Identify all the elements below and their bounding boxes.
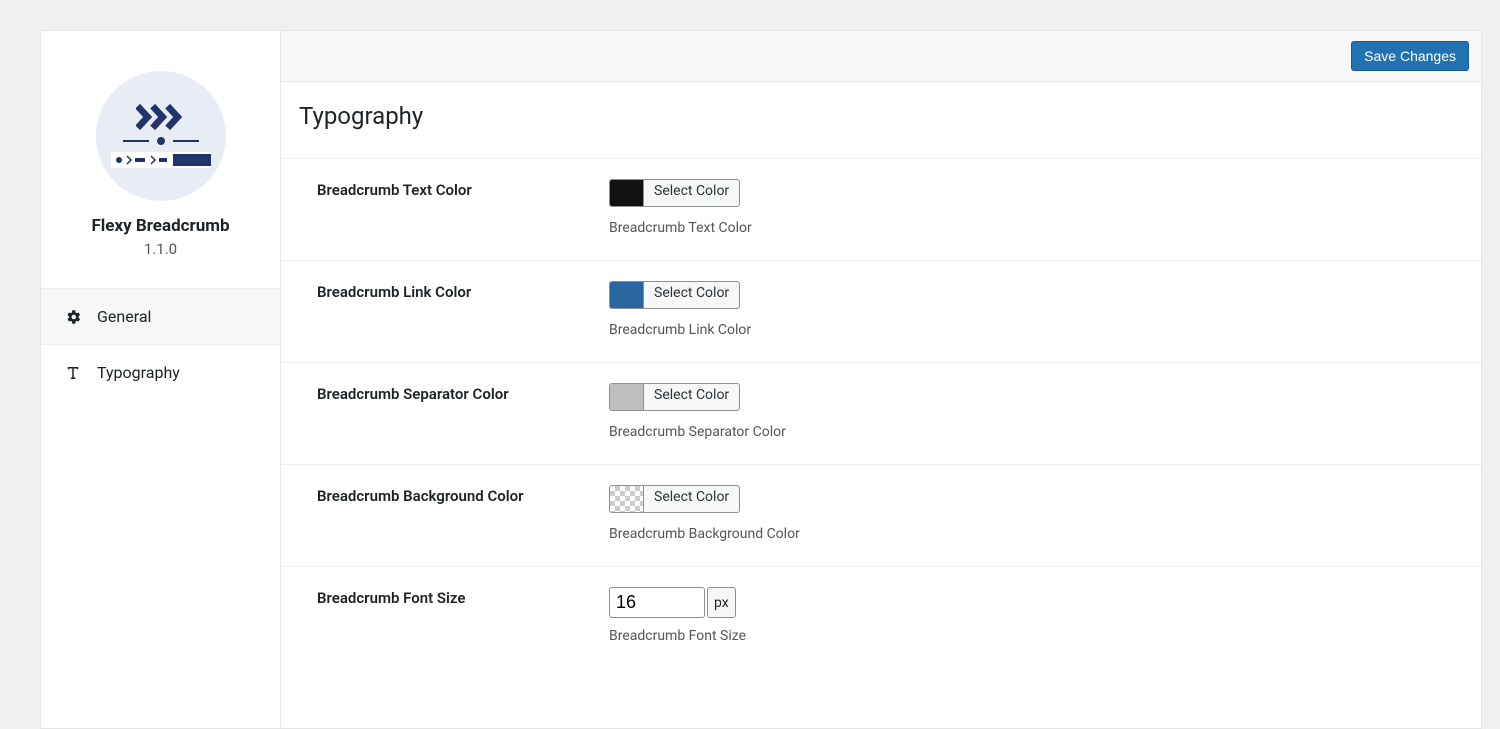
color-picker-link[interactable]: Select Color (609, 281, 740, 309)
setting-description: Breadcrumb Font Size (609, 628, 1463, 644)
setting-description: Breadcrumb Text Color (609, 220, 1463, 236)
settings-main: Save Changes Typography Breadcrumb Text … (280, 30, 1482, 729)
setting-description: Breadcrumb Background Color (609, 526, 1463, 542)
select-color-label: Select Color (644, 486, 739, 512)
nav-item-typography[interactable]: Typography (41, 344, 280, 400)
font-size-unit: px (707, 587, 736, 618)
color-picker-text[interactable]: Select Color (609, 179, 740, 207)
plugin-logo-block: Flexy Breadcrumb 1.1.0 (41, 31, 280, 288)
plugin-logo-icon (96, 71, 226, 201)
setting-row-background-color: Breadcrumb Background Color Select Color… (281, 464, 1481, 566)
setting-description: Breadcrumb Separator Color (609, 424, 1463, 440)
font-size-input[interactable] (609, 587, 705, 618)
color-picker-background[interactable]: Select Color (609, 485, 740, 513)
color-swatch (610, 384, 644, 410)
setting-description: Breadcrumb Link Color (609, 322, 1463, 338)
setting-row-separator-color: Breadcrumb Separator Color Select Color … (281, 362, 1481, 464)
settings-topbar: Save Changes (281, 31, 1481, 82)
color-picker-separator[interactable]: Select Color (609, 383, 740, 411)
setting-label: Breadcrumb Link Color (299, 281, 609, 338)
setting-label: Breadcrumb Font Size (299, 587, 609, 644)
nav-item-label: Typography (97, 363, 180, 382)
select-color-label: Select Color (644, 180, 739, 206)
setting-row-link-color: Breadcrumb Link Color Select Color Bread… (281, 260, 1481, 362)
color-swatch (610, 180, 644, 206)
setting-row-text-color: Breadcrumb Text Color Select Color Bread… (281, 158, 1481, 260)
settings-nav: General Typography (41, 288, 280, 400)
save-button[interactable]: Save Changes (1351, 41, 1469, 71)
typography-icon (63, 364, 83, 382)
setting-label: Breadcrumb Text Color (299, 179, 609, 236)
page-title: Typography (281, 82, 1481, 158)
select-color-label: Select Color (644, 282, 739, 308)
setting-label: Breadcrumb Separator Color (299, 383, 609, 440)
nav-item-general[interactable]: General (41, 288, 280, 344)
color-swatch-transparent (610, 486, 644, 512)
setting-label: Breadcrumb Background Color (299, 485, 609, 542)
setting-row-font-size: Breadcrumb Font Size px Breadcrumb Font … (281, 566, 1481, 668)
nav-item-label: General (97, 307, 151, 326)
plugin-name: Flexy Breadcrumb (61, 216, 260, 236)
plugin-version: 1.1.0 (61, 240, 260, 258)
color-swatch (610, 282, 644, 308)
gears-icon (63, 308, 83, 326)
select-color-label: Select Color (644, 384, 739, 410)
settings-sidebar: Flexy Breadcrumb 1.1.0 General Typograph… (40, 30, 280, 729)
